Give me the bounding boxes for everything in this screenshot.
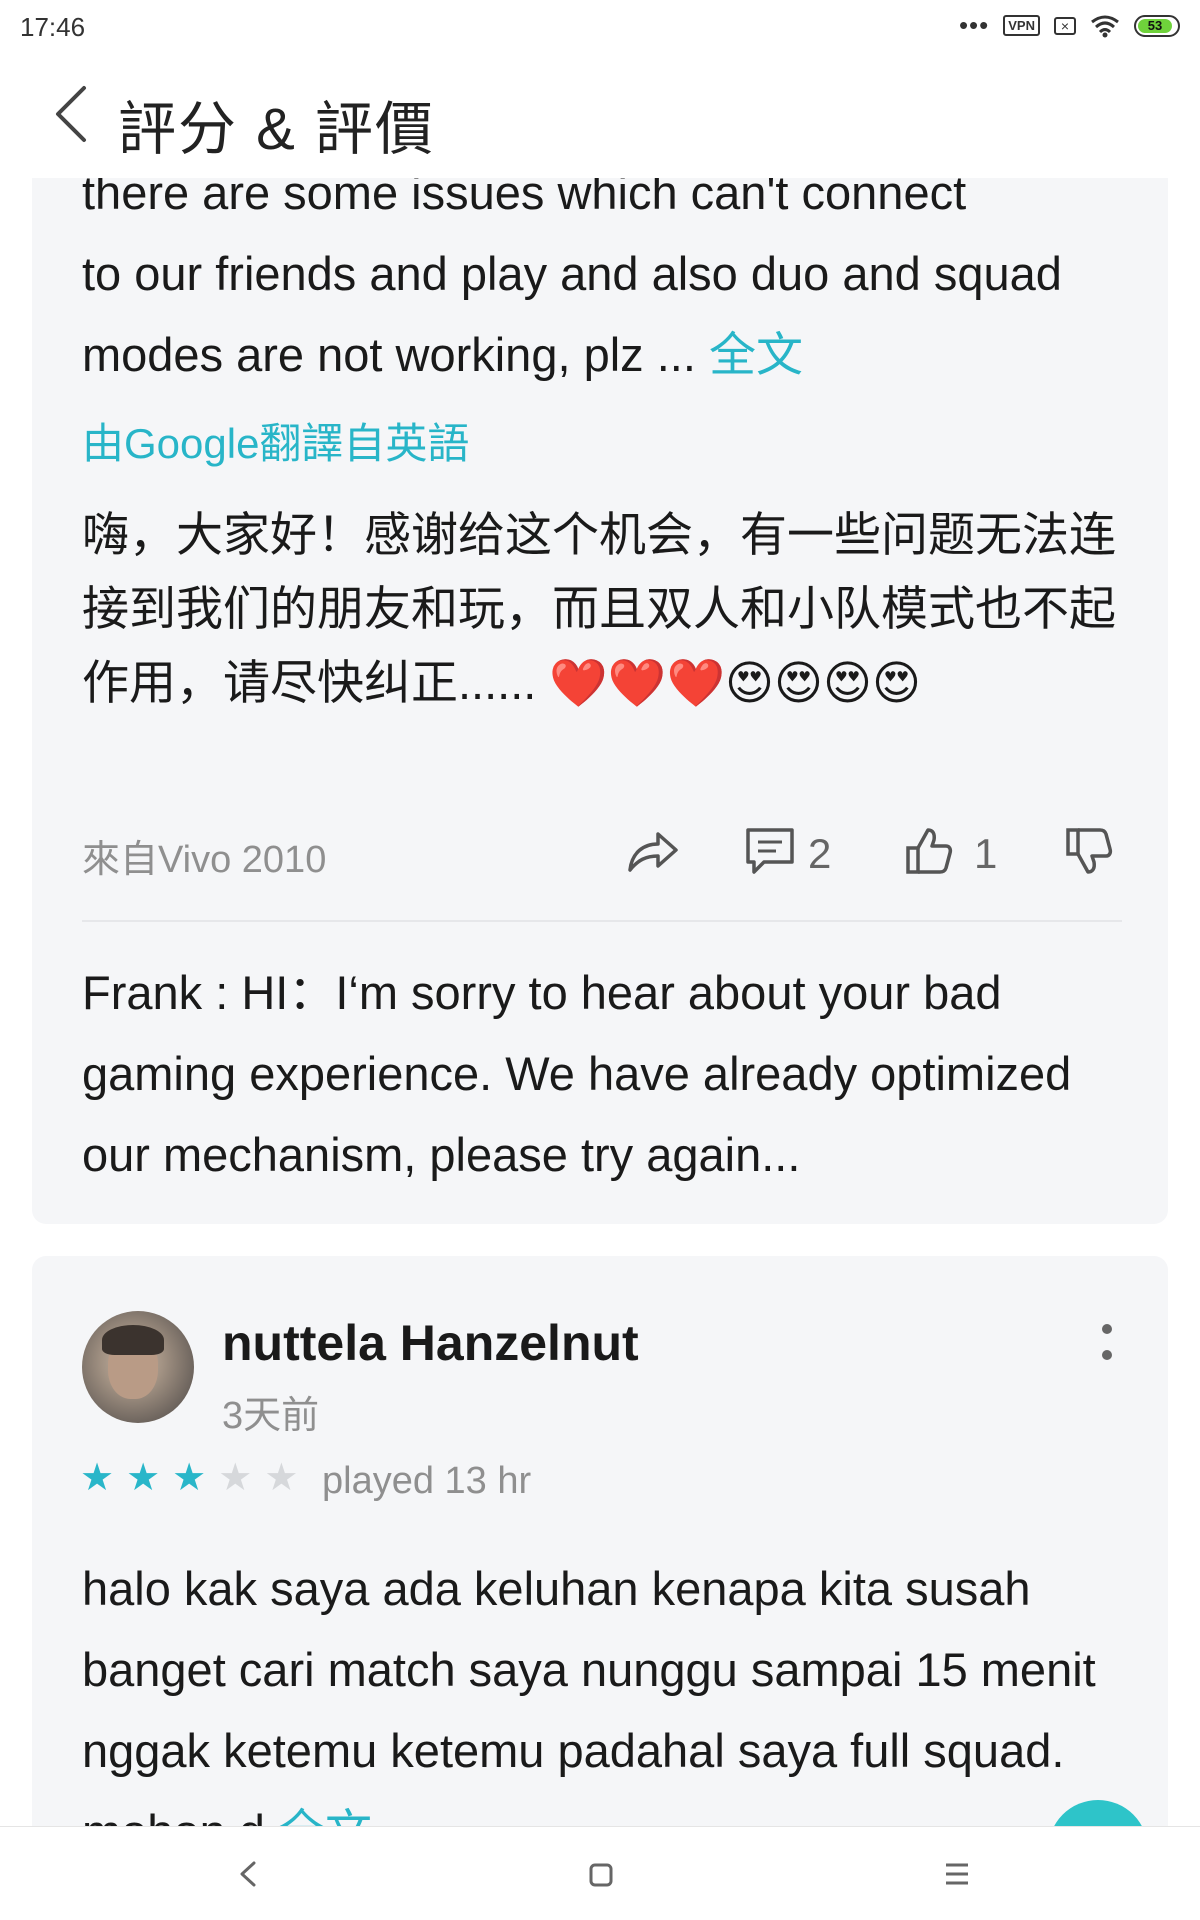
wifi-icon [1091, 15, 1119, 37]
header: 評分 & 評價 [0, 52, 1200, 178]
device-label: 來自Vivo 2010 [82, 839, 327, 881]
page-title: 評分 & 評價 [118, 97, 435, 162]
thumbs-down-icon[interactable] [1064, 826, 1114, 876]
nav-back-icon[interactable] [218, 1849, 278, 1899]
nav-home-icon[interactable] [570, 1849, 630, 1899]
battery-level: 53 [1138, 18, 1172, 33]
star-icon: ★ [80, 1457, 115, 1499]
star-icon: ★ [172, 1457, 207, 1499]
status-icons: ••• VPN × 53 [959, 10, 1180, 41]
vpn-icon: VPN [1003, 15, 1040, 36]
review-text: halo kak saya ada keluhan kenapa kita su… [82, 1548, 1132, 1826]
played-time: played 13 hr [322, 1460, 532, 1502]
status-time: 17:46 [20, 12, 86, 42]
review-card: nuttela Hanzelnut 3天前 ★ ★ ★ ★ ★ played 13 hr… [32, 1256, 1168, 1826]
star-icon: ★ [264, 1457, 299, 1499]
thumbs-up-icon[interactable] [904, 826, 954, 876]
star-rating: ★ ★ ★ ★ ★ [80, 1458, 298, 1498]
review-text-line1: there are some issues which can't connec… [82, 178, 967, 219]
chevron-left-icon[interactable] [50, 84, 94, 144]
full-text-link[interactable]: 全文 [278, 1805, 372, 1826]
review-card: there are some issues which can't connec… [32, 178, 1168, 1224]
navigation-bar [0, 1826, 1200, 1920]
translated-by-label[interactable]: 由Google翻譯自英語 [82, 410, 469, 471]
comment-count: 2 [808, 830, 832, 877]
status-bar: 17:46 ••• VPN × 53 [0, 0, 1200, 52]
dots-icon: ••• [958, 10, 990, 40]
comment-icon[interactable] [744, 826, 796, 876]
translated-text: 嗨，大家好！感谢给这个机会，有一些问题无法连接到我们的朋友和玩，而且双人和小队模… [82, 508, 1116, 709]
developer-reply: Frank : HI：I‘m sorry to hear about your … [82, 966, 1072, 1181]
review-original-text: there are some issues which can't connec… [82, 178, 1132, 395]
divider [82, 920, 1122, 922]
more-vertical-icon[interactable] [1092, 1320, 1122, 1370]
star-icon: ★ [218, 1457, 253, 1499]
like-count: 1 [974, 830, 998, 877]
review-text-rest: to our friends and play and also duo and… [82, 247, 1062, 381]
avatar-hair [102, 1325, 164, 1355]
full-text-link[interactable]: 全文 [709, 328, 803, 381]
review-body: halo kak saya ada keluhan kenapa kita su… [82, 1562, 1096, 1826]
user-name[interactable]: nuttela Hanzelnut [222, 1314, 639, 1372]
review-time: 3天前 [222, 1395, 320, 1437]
avatar[interactable] [82, 1311, 194, 1423]
battery-icon: 53 [1134, 14, 1180, 37]
star-icon: ★ [126, 1457, 161, 1499]
nav-menu-icon[interactable] [926, 1849, 986, 1899]
share-icon[interactable] [624, 826, 680, 876]
x-box-icon: × [1054, 16, 1076, 35]
